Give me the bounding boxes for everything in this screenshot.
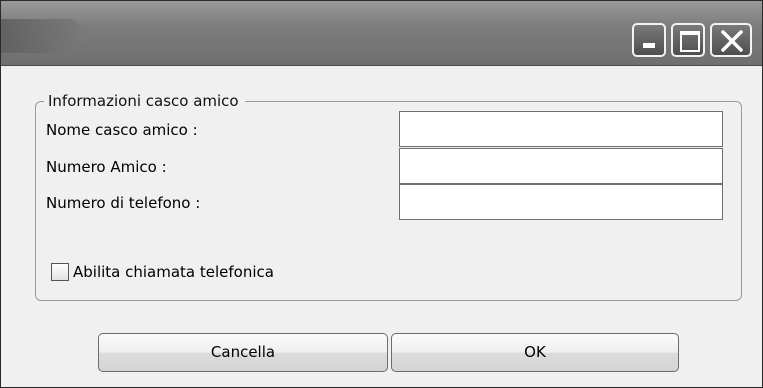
title-bar-highlight [1,19,81,53]
helmet-name-label: Nome casco amico : [46,121,198,139]
friend-number-label: Numero Amico : [46,158,167,176]
enable-call-label[interactable]: Abilita chiamata telefonica [73,262,274,282]
cancel-button[interactable]: Cancella [98,333,388,372]
close-icon [721,30,743,52]
enable-call-checkbox[interactable] [51,263,69,281]
title-bar[interactable] [1,1,762,66]
phone-number-input[interactable] [399,184,723,220]
ok-button[interactable]: OK [391,333,679,372]
group-legend: Informazioni casco amico [44,91,245,111]
minimize-button[interactable] [632,23,666,57]
dialog-window: Informazioni casco amico Nome casco amic… [0,0,763,388]
close-button[interactable] [710,23,752,57]
minimize-icon [643,43,655,48]
helmet-name-input[interactable] [399,111,723,147]
dialog-client-area: Informazioni casco amico Nome casco amic… [1,66,762,387]
maximize-icon [680,31,700,52]
maximize-button[interactable] [671,23,705,57]
friend-number-input[interactable] [399,148,723,184]
phone-number-label: Numero di telefono : [46,194,201,212]
